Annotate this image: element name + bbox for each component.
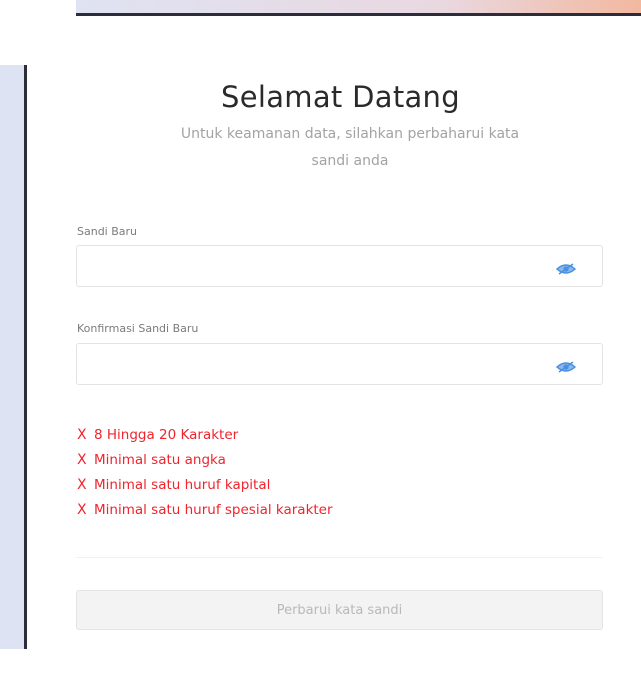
subtitle-line-2: sandi anda — [311, 153, 389, 169]
x-mark-icon: X — [77, 476, 87, 493]
confirm-password-input[interactable] — [85, 344, 559, 384]
x-mark-icon: X — [77, 451, 87, 468]
rule-item: X 8 Hingga 20 Karakter — [77, 422, 333, 447]
confirm-password-field[interactable] — [76, 343, 603, 385]
eye-icon[interactable] — [555, 260, 577, 275]
x-mark-icon: X — [77, 501, 87, 518]
divider — [76, 557, 603, 558]
top-banner — [76, 0, 641, 16]
eye-icon[interactable] — [555, 358, 577, 373]
update-password-button[interactable]: Perbarui kata sandi — [76, 590, 603, 630]
rule-text: Minimal satu angka — [94, 451, 226, 468]
x-mark-icon: X — [77, 426, 87, 443]
page-title: Selamat Datang — [221, 80, 460, 114]
rule-item: X Minimal satu huruf kapital — [77, 472, 333, 497]
password-rules: X 8 Hingga 20 Karakter X Minimal satu an… — [77, 422, 333, 522]
rule-text: Minimal satu huruf kapital — [94, 476, 271, 493]
new-password-label: Sandi Baru — [77, 225, 138, 238]
page-subtitle: Untuk keamanan data, silahkan perbaharui… — [90, 121, 610, 175]
rule-text: 8 Hingga 20 Karakter — [94, 426, 239, 443]
rule-item: X Minimal satu angka — [77, 447, 333, 472]
new-password-field[interactable] — [76, 245, 603, 287]
confirm-password-label: Konfirmasi Sandi Baru — [77, 322, 199, 335]
subtitle-line-1: Untuk keamanan data, silahkan perbaharui… — [180, 126, 520, 142]
new-password-input[interactable] — [85, 246, 559, 286]
left-panel — [0, 65, 27, 649]
rule-text: Minimal satu huruf spesial karakter — [94, 501, 333, 518]
rule-item: X Minimal satu huruf spesial karakter — [77, 497, 333, 522]
